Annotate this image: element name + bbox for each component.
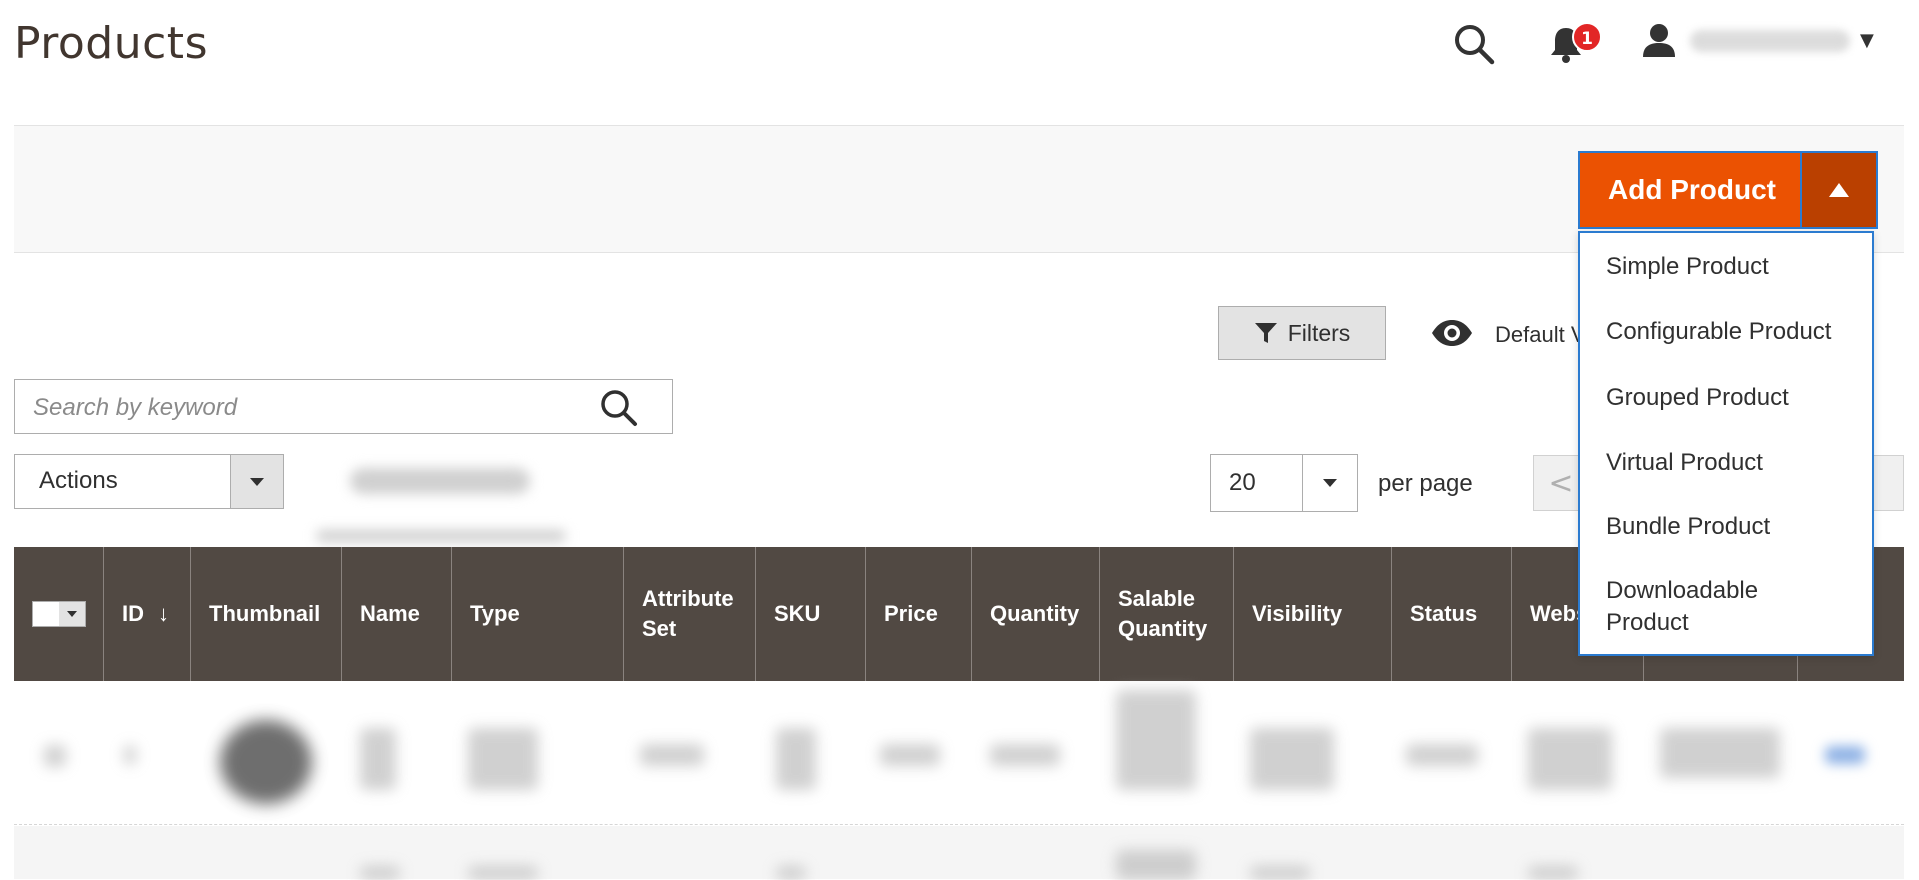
row-type-blurred	[468, 728, 538, 790]
caret-down-icon	[1323, 479, 1337, 487]
records-found-blurred	[350, 468, 530, 494]
triangle-up-icon	[1829, 183, 1849, 197]
search-input[interactable]	[15, 380, 605, 435]
dropdown-item-bundle-product[interactable]: Bundle Product	[1606, 511, 1770, 543]
eye-icon[interactable]	[1430, 317, 1474, 349]
column-header-sku[interactable]: SKU	[756, 547, 866, 681]
column-header-name[interactable]: Name	[342, 547, 452, 681]
dropdown-item-configurable-product[interactable]: Configurable Product	[1606, 316, 1831, 348]
row-websites-blurred	[1528, 728, 1612, 790]
records-found-blurred-line	[316, 530, 566, 542]
actions-label: Actions	[39, 467, 118, 494]
column-header-salable-quantity[interactable]: Salable Quantity	[1100, 547, 1234, 681]
add-product-button[interactable]: Add Product	[1578, 151, 1802, 229]
mass-select-checkbox[interactable]	[32, 601, 86, 627]
column-mass-select[interactable]	[14, 547, 104, 681]
user-icon[interactable]	[1641, 22, 1677, 58]
notification-badge[interactable]: 1	[1572, 22, 1602, 52]
dropdown-item-virtual-product[interactable]: Virtual Product	[1606, 447, 1763, 479]
default-view-dropdown[interactable]: Default V	[1495, 322, 1586, 348]
row2-name-blurred	[360, 866, 400, 880]
dropdown-item-simple-product[interactable]: Simple Product	[1606, 251, 1769, 283]
filters-button[interactable]: Filters	[1218, 306, 1386, 360]
row-sku-blurred	[776, 728, 816, 790]
row2-sku-blurred	[776, 866, 806, 880]
per-page-select[interactable]: 20	[1210, 454, 1358, 512]
search-icon[interactable]	[1452, 22, 1496, 66]
row2-websites-blurred	[1528, 866, 1578, 880]
dropdown-item-downloadable-product[interactable]: Downloadable Product	[1606, 575, 1836, 639]
row-status-blurred	[1406, 744, 1478, 766]
add-product-dropdown: Simple Product Configurable Product Grou…	[1578, 231, 1874, 656]
page-title: Products	[14, 18, 208, 69]
filters-label: Filters	[1287, 319, 1351, 346]
user-name-blurred[interactable]	[1690, 30, 1850, 52]
row-col13-blurred	[1660, 728, 1780, 778]
per-page-toggle[interactable]	[1302, 455, 1357, 511]
column-header-visibility[interactable]: Visibility	[1234, 547, 1392, 681]
row-edit-link-blurred[interactable]	[1825, 746, 1865, 764]
column-header-type[interactable]: Type	[452, 547, 624, 681]
column-header-status[interactable]: Status	[1392, 547, 1512, 681]
row-visibility-blurred	[1250, 728, 1334, 790]
product-thumbnail-blurred[interactable]	[220, 720, 312, 804]
row2-salable-blurred	[1116, 850, 1196, 880]
column-label-id: ID	[122, 601, 144, 626]
per-page-label: per page	[1378, 470, 1473, 497]
search-icon[interactable]	[599, 388, 639, 428]
row2-type-blurred	[468, 866, 538, 880]
sort-arrow-icon: ↓	[158, 601, 169, 626]
column-header-thumbnail[interactable]: Thumbnail	[191, 547, 342, 681]
row-salable-quantity-blurred	[1116, 690, 1196, 790]
row-quantity-blurred	[990, 744, 1060, 766]
caret-down-icon	[59, 602, 85, 626]
row-id-blurred	[124, 745, 136, 765]
per-page-value: 20	[1229, 469, 1256, 496]
row-checkbox-blurred[interactable]	[44, 745, 66, 767]
filter-icon	[1254, 323, 1277, 343]
row-name-blurred	[360, 728, 396, 790]
row-price-blurred	[880, 744, 940, 766]
row-attribute-set-blurred	[640, 744, 704, 766]
column-header-id[interactable]: ID ↓	[104, 547, 191, 681]
dropdown-item-grouped-product[interactable]: Grouped Product	[1606, 382, 1789, 414]
caret-down-icon	[250, 477, 264, 486]
mass-actions-select[interactable]: Actions	[14, 454, 284, 509]
row2-visibility-blurred	[1250, 866, 1310, 880]
column-header-attribute-set[interactable]: Attribute Set	[624, 547, 756, 681]
column-header-price[interactable]: Price	[866, 547, 972, 681]
column-header-quantity[interactable]: Quantity	[972, 547, 1100, 681]
keyword-search	[14, 379, 673, 435]
user-menu-caret-icon[interactable]: ▼	[1860, 30, 1874, 51]
add-product-toggle[interactable]	[1802, 151, 1878, 229]
table-row[interactable]	[14, 826, 1904, 879]
actions-toggle[interactable]	[230, 455, 283, 508]
